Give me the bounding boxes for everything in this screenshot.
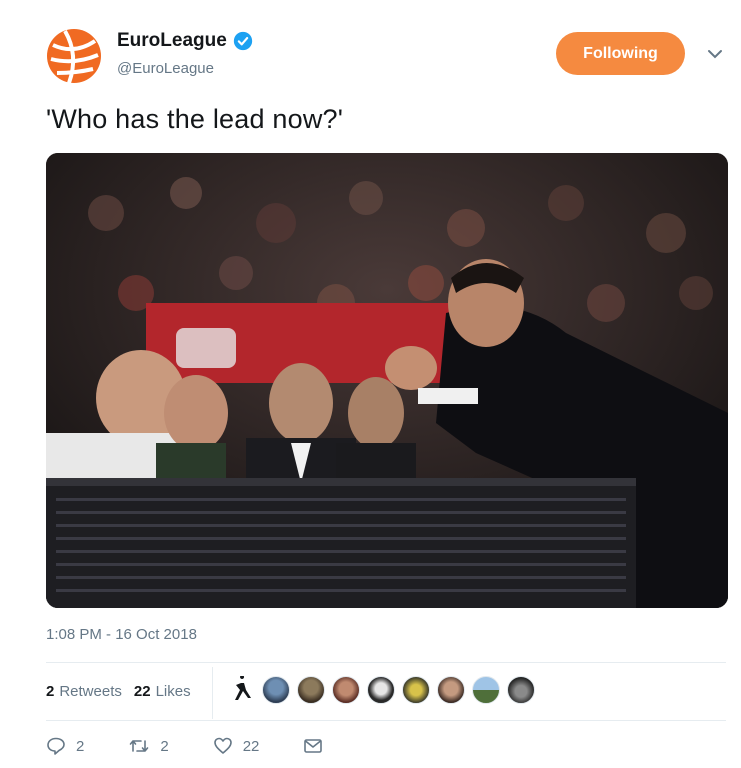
likes-count[interactable]: 22 [134, 683, 151, 700]
verified-badge-icon [233, 31, 252, 51]
tweet-timestamp[interactable]: 1:08 PM - 16 Oct 2018 [46, 626, 197, 643]
following-button[interactable]: Following [556, 32, 685, 75]
retweets-count[interactable]: 2 [46, 683, 54, 700]
divider-top [46, 662, 726, 663]
euroleague-logo-icon [43, 25, 105, 87]
message-action[interactable] [303, 737, 333, 755]
reply-action[interactable]: 2 [46, 736, 84, 756]
display-name[interactable]: EuroLeague [117, 30, 253, 52]
chevron-down-icon[interactable] [705, 44, 725, 64]
liker-avatar[interactable] [437, 676, 465, 704]
retweet-count: 2 [160, 737, 169, 755]
photo-image [46, 153, 728, 608]
heart-icon [213, 737, 232, 754]
liker-avatar[interactable] [297, 676, 325, 704]
retweet-icon [130, 740, 149, 752]
envelope-icon [304, 739, 323, 753]
retweets-label[interactable]: Retweets [59, 683, 122, 700]
liker-avatar[interactable] [472, 676, 500, 704]
like-count: 22 [242, 737, 260, 755]
retweet-action[interactable]: 2 [128, 736, 169, 756]
reply-count: 2 [76, 737, 85, 755]
liker-avatar[interactable] [262, 676, 290, 704]
liker-avatar[interactable] [507, 676, 535, 704]
liker-avatar[interactable] [402, 676, 430, 704]
avatar[interactable] [43, 25, 105, 87]
handle[interactable]: @EuroLeague [117, 60, 214, 77]
display-name-text: EuroLeague [117, 30, 227, 51]
tweet-photo[interactable] [46, 153, 728, 608]
engagement-stats: 2 Retweets 22 Likes [46, 680, 203, 702]
like-action[interactable]: 22 [213, 736, 260, 756]
divider-bottom [46, 720, 726, 721]
jumpman-logo-icon[interactable] [230, 676, 256, 704]
reply-icon [47, 737, 65, 755]
tweet-actions: 2 2 22 [46, 736, 377, 756]
likers-avatars [230, 676, 542, 704]
liker-avatar[interactable] [367, 676, 395, 704]
tweet-text: 'Who has the lead now?' [46, 104, 344, 134]
liker-avatar[interactable] [332, 676, 360, 704]
stats-separator [212, 667, 213, 719]
likes-label[interactable]: Likes [156, 683, 191, 700]
